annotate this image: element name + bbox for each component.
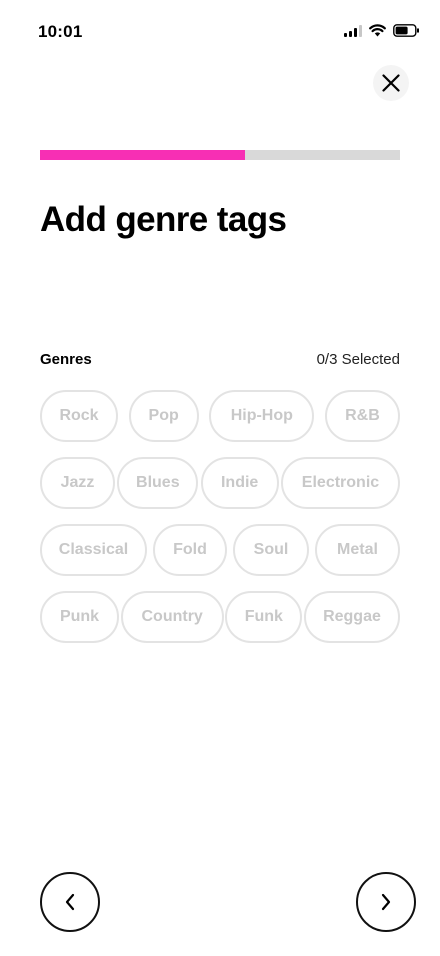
status-icons — [344, 24, 420, 37]
genre-chip-classical[interactable]: Classical — [40, 524, 147, 576]
genre-chip-r-and-b[interactable]: R&B — [324, 390, 400, 442]
close-button[interactable] — [373, 65, 409, 101]
status-time: 10:01 — [38, 22, 83, 41]
genre-chip-electronic[interactable]: Electronic — [280, 457, 400, 509]
genre-chip-jazz[interactable]: Jazz — [40, 457, 115, 509]
close-icon — [382, 74, 400, 92]
genre-chip-punk[interactable]: Punk — [40, 591, 119, 643]
genre-chip-rock[interactable]: Rock — [40, 390, 118, 442]
cellular-signal-icon — [344, 24, 362, 37]
chip-row: Jazz Blues Indie Electronic — [40, 457, 400, 509]
genre-chip-funk[interactable]: Funk — [225, 591, 303, 643]
chip-row: Rock Pop Hip-Hop R&B — [40, 390, 400, 442]
battery-icon — [393, 24, 419, 37]
progress-fill — [40, 150, 246, 160]
wifi-icon — [369, 24, 386, 37]
genres-label: Genres — [40, 351, 92, 368]
genre-chip-indie[interactable]: Indie — [200, 457, 279, 509]
genre-chip-pop[interactable]: Pop — [128, 390, 199, 442]
genre-chip-hip-hop[interactable]: Hip-Hop — [209, 390, 315, 442]
genre-chip-country[interactable]: Country — [120, 591, 224, 643]
genre-chip-reggae[interactable]: Reggae — [303, 591, 400, 643]
genre-chip-fold[interactable]: Fold — [153, 524, 227, 576]
genre-chip-soul[interactable]: Soul — [233, 524, 309, 576]
next-button[interactable] — [356, 872, 416, 932]
chevron-right-icon — [381, 893, 391, 911]
chip-row: Classical Fold Soul Metal — [40, 524, 400, 576]
page-title: Add genre tags — [40, 200, 287, 239]
genre-chip-blues[interactable]: Blues — [117, 457, 199, 509]
chip-row: Punk Country Funk Reggae — [40, 591, 400, 643]
status-bar: 10:01 — [0, 0, 440, 62]
genre-chip-grid: Rock Pop Hip-Hop R&B Jazz Blues Indie El… — [40, 390, 400, 658]
progress-bar — [40, 150, 400, 160]
selected-count: 0/3 Selected — [316, 351, 400, 368]
genre-chip-metal[interactable]: Metal — [315, 524, 400, 576]
chevron-left-icon — [65, 893, 75, 911]
back-button[interactable] — [40, 872, 100, 932]
